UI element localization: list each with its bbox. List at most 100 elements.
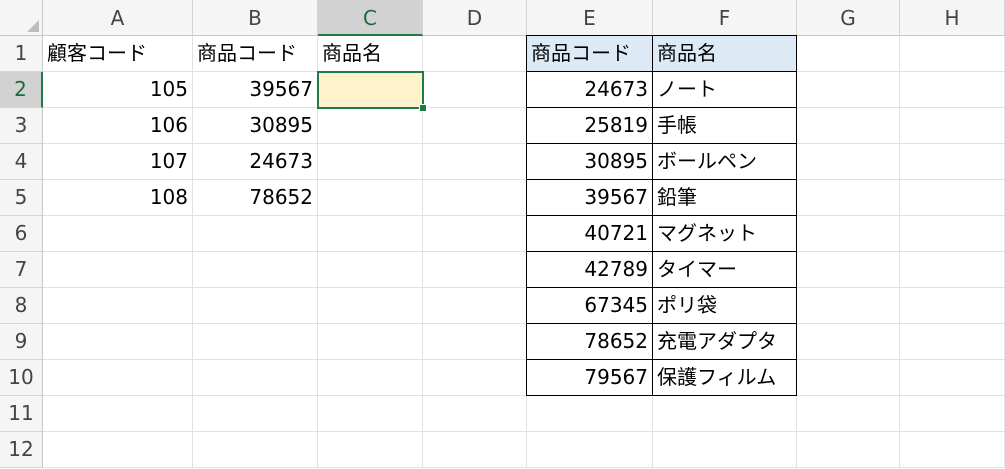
grid-cell[interactable]: [797, 72, 900, 108]
lookup-name-cell[interactable]: マグネット: [653, 216, 797, 252]
orders-header-cell[interactable]: 商品コード: [193, 36, 318, 72]
grid-cell[interactable]: [797, 360, 900, 396]
grid-cell[interactable]: [423, 72, 527, 108]
lookup-code-cell[interactable]: 24673: [527, 72, 653, 108]
grid-cell[interactable]: [423, 396, 527, 432]
column-header-d[interactable]: D: [423, 0, 527, 36]
grid-cell[interactable]: [423, 324, 527, 360]
lookup-name-cell[interactable]: ノート: [653, 72, 797, 108]
grid-cell[interactable]: [43, 216, 193, 252]
select-all-corner[interactable]: [0, 0, 43, 36]
grid-cell[interactable]: [653, 432, 797, 468]
lookup-code-cell[interactable]: 42789: [527, 252, 653, 288]
product-name-cell[interactable]: [318, 72, 423, 108]
grid-cell[interactable]: [423, 36, 527, 72]
grid-cell[interactable]: [797, 252, 900, 288]
grid-cell[interactable]: [900, 360, 1005, 396]
column-header-h[interactable]: H: [900, 0, 1005, 36]
grid-cell[interactable]: [900, 144, 1005, 180]
row-header-12[interactable]: 12: [0, 432, 43, 468]
grid-cell[interactable]: [193, 396, 318, 432]
product-code-cell[interactable]: 39567: [193, 72, 318, 108]
grid-cell[interactable]: [900, 432, 1005, 468]
grid-cell[interactable]: [43, 360, 193, 396]
grid-cell[interactable]: [318, 432, 423, 468]
product-name-cell[interactable]: [318, 144, 423, 180]
grid-cell[interactable]: [797, 216, 900, 252]
grid-cell[interactable]: [318, 288, 423, 324]
grid-cell[interactable]: [900, 72, 1005, 108]
lookup-name-cell[interactable]: 充電アダプタ: [653, 324, 797, 360]
grid-cell[interactable]: [900, 396, 1005, 432]
grid-cell[interactable]: [900, 324, 1005, 360]
column-header-e[interactable]: E: [527, 0, 653, 36]
lookup-header-cell[interactable]: 商品名: [653, 36, 797, 72]
grid-cell[interactable]: [318, 396, 423, 432]
lookup-code-cell[interactable]: 78652: [527, 324, 653, 360]
product-code-cell[interactable]: 30895: [193, 108, 318, 144]
row-header-2[interactable]: 2: [0, 72, 43, 108]
row-header-7[interactable]: 7: [0, 252, 43, 288]
grid-cell[interactable]: [318, 216, 423, 252]
grid-cell[interactable]: [43, 432, 193, 468]
column-header-f[interactable]: F: [653, 0, 797, 36]
row-header-8[interactable]: 8: [0, 288, 43, 324]
grid-cell[interactable]: [193, 360, 318, 396]
grid-cell[interactable]: [900, 36, 1005, 72]
grid-cell[interactable]: [797, 432, 900, 468]
orders-header-cell[interactable]: 商品名: [318, 36, 423, 72]
column-header-g[interactable]: G: [797, 0, 900, 36]
grid-cell[interactable]: [193, 216, 318, 252]
grid-cell[interactable]: [43, 288, 193, 324]
grid-cell[interactable]: [527, 432, 653, 468]
row-header-1[interactable]: 1: [0, 36, 43, 72]
lookup-code-cell[interactable]: 30895: [527, 144, 653, 180]
grid-cell[interactable]: [423, 252, 527, 288]
row-header-5[interactable]: 5: [0, 180, 43, 216]
column-header-b[interactable]: B: [193, 0, 318, 36]
grid-cell[interactable]: [797, 324, 900, 360]
lookup-header-cell[interactable]: 商品コード: [527, 36, 653, 72]
grid-cell[interactable]: [193, 432, 318, 468]
grid-cell[interactable]: [900, 288, 1005, 324]
customer-code-cell[interactable]: 107: [43, 144, 193, 180]
customer-code-cell[interactable]: 106: [43, 108, 193, 144]
grid-cell[interactable]: [423, 360, 527, 396]
grid-cell[interactable]: [318, 360, 423, 396]
grid-cell[interactable]: [900, 108, 1005, 144]
grid-cell[interactable]: [423, 180, 527, 216]
column-header-a[interactable]: A: [43, 0, 193, 36]
product-name-cell[interactable]: [318, 180, 423, 216]
lookup-name-cell[interactable]: ボールペン: [653, 144, 797, 180]
lookup-name-cell[interactable]: ポリ袋: [653, 288, 797, 324]
product-code-cell[interactable]: 24673: [193, 144, 318, 180]
lookup-code-cell[interactable]: 79567: [527, 360, 653, 396]
grid-cell[interactable]: [318, 252, 423, 288]
orders-header-cell[interactable]: 顧客コード: [43, 36, 193, 72]
product-code-cell[interactable]: 78652: [193, 180, 318, 216]
customer-code-cell[interactable]: 105: [43, 72, 193, 108]
grid-cell[interactable]: [653, 396, 797, 432]
row-header-3[interactable]: 3: [0, 108, 43, 144]
grid-cell[interactable]: [193, 324, 318, 360]
grid-cell[interactable]: [43, 396, 193, 432]
row-header-6[interactable]: 6: [0, 216, 43, 252]
grid-cell[interactable]: [797, 36, 900, 72]
lookup-name-cell[interactable]: 鉛筆: [653, 180, 797, 216]
grid-cell[interactable]: [797, 288, 900, 324]
lookup-code-cell[interactable]: 25819: [527, 108, 653, 144]
product-name-cell[interactable]: [318, 108, 423, 144]
grid-cell[interactable]: [527, 396, 653, 432]
grid-cell[interactable]: [423, 144, 527, 180]
grid-cell[interactable]: [423, 108, 527, 144]
grid-cell[interactable]: [797, 108, 900, 144]
grid-cell[interactable]: [900, 180, 1005, 216]
grid-cell[interactable]: [900, 216, 1005, 252]
lookup-name-cell[interactable]: タイマー: [653, 252, 797, 288]
grid-cell[interactable]: [318, 324, 423, 360]
lookup-code-cell[interactable]: 40721: [527, 216, 653, 252]
row-header-4[interactable]: 4: [0, 144, 43, 180]
grid-cell[interactable]: [43, 324, 193, 360]
lookup-name-cell[interactable]: 手帳: [653, 108, 797, 144]
row-header-9[interactable]: 9: [0, 324, 43, 360]
